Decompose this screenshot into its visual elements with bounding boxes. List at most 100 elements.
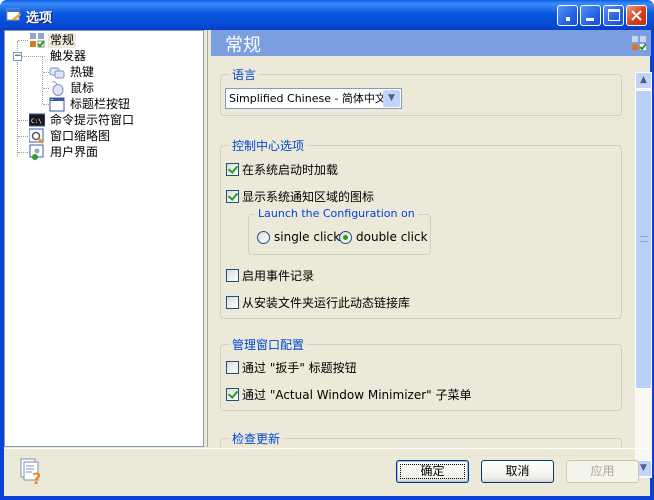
close-button[interactable]: [626, 5, 647, 26]
window-title: 选项: [26, 11, 53, 26]
tree-item-command-prompt[interactable]: C:\ 命令提示符窗口: [29, 112, 136, 128]
settings-pane: 常规 语言 Simplified Chinese - 简体中文 ▼ 控制中心选项…: [207, 30, 651, 447]
cancel-button-label: 取消: [505, 464, 530, 478]
user-interface-icon: [29, 144, 44, 160]
collapse-toggle[interactable]: −: [13, 52, 22, 61]
tree-item-user-interface[interactable]: 用户界面: [29, 144, 100, 160]
checkbox-icon: [226, 296, 239, 309]
check-updates-group: 检查更新: [220, 430, 622, 447]
minimize-icon: [586, 18, 594, 21]
maximize-button[interactable]: [603, 5, 624, 26]
dialog-client: − 常规 触发器 热键 鼠标 标题栏按钮 C:\ 命令提示符窗口 窗口缩略图 用…: [4, 30, 652, 496]
apply-button: 应用: [566, 460, 639, 483]
tree-item-general[interactable]: 常规: [29, 32, 77, 48]
scroll-up-button[interactable]: ▲: [635, 72, 652, 89]
group-label: 管理窗口配置: [229, 336, 308, 353]
radio-label: double click: [356, 230, 428, 244]
help-icon: [566, 17, 570, 21]
tree-item-label: 命令提示符窗口: [50, 112, 135, 127]
wrench-button-checkbox[interactable]: 通过 "扳手" 标题按钮: [226, 359, 357, 376]
checkbox-icon: [226, 361, 239, 374]
pane-title: 常规: [225, 35, 261, 56]
help-button[interactable]: [557, 5, 578, 26]
tree-item-label: 热键: [70, 64, 95, 79]
hotkey-icon: [49, 67, 65, 79]
maximize-icon: [608, 9, 620, 21]
general-settings-icon: [632, 36, 647, 51]
tree-line: [22, 56, 45, 57]
chevron-down-icon[interactable]: ▼: [383, 90, 400, 107]
tree-item-window-thumbnails[interactable]: 窗口缩略图: [29, 128, 112, 144]
close-icon: [631, 10, 642, 21]
tree-line: [42, 57, 43, 104]
load-on-startup-checkbox[interactable]: 在系统启动时加载: [226, 161, 338, 178]
ok-button[interactable]: 确定: [396, 460, 469, 483]
tree-item-titlebar-buttons[interactable]: 标题栏按钮: [49, 96, 132, 112]
control-center-group: 控制中心选项 在系统启动时加载 显示系统通知区域的图标 Launch the C…: [220, 137, 622, 319]
radio-label: single click: [274, 230, 341, 244]
radio-icon: [257, 230, 270, 244]
checkbox-icon: [226, 269, 239, 282]
tree-item-mouse[interactable]: 鼠标: [49, 80, 96, 96]
submenu-checkbox[interactable]: 通过 "Actual Window Minimizer" 子菜单: [226, 386, 471, 403]
run-dll-checkbox[interactable]: 从安装文件夹运行此动态链接库: [226, 294, 410, 311]
svg-text:?: ?: [32, 469, 41, 486]
tree-line: [18, 136, 28, 137]
checkbox-label: 在系统启动时加载: [242, 163, 339, 177]
checkbox-icon: [226, 190, 239, 203]
enable-event-log-checkbox[interactable]: 启用事件记录: [226, 267, 314, 284]
checkbox-label: 从安装文件夹运行此动态链接库: [242, 296, 411, 310]
tree-item-label: 触发器: [50, 48, 87, 63]
tree-line: [18, 40, 28, 41]
footer-divider: [4, 448, 650, 449]
checkbox-label: 通过 "Actual Window Minimizer" 子菜单: [242, 388, 472, 402]
settings-content: 语言 Simplified Chinese - 简体中文 ▼ 控制中心选项 在系…: [211, 57, 651, 447]
tree-item-label: 窗口缩略图: [50, 128, 111, 143]
checkbox-label: 显示系统通知区域的图标: [242, 190, 375, 204]
manage-config-group: 管理窗口配置 通过 "扳手" 标题按钮 通过 "Actual Window Mi…: [220, 336, 622, 411]
tree-line: [18, 120, 28, 121]
help-icon[interactable]: ?: [20, 458, 44, 486]
group-label: Launch the Configuration on: [255, 207, 418, 220]
tree-item-label: 鼠标: [70, 80, 95, 95]
focus-rect: [400, 464, 465, 479]
cancel-button[interactable]: 取消: [481, 460, 554, 483]
language-select[interactable]: Simplified Chinese - 简体中文 ▼: [225, 88, 402, 109]
group-label: 控制中心选项: [229, 137, 308, 154]
tree-line: [18, 152, 28, 153]
single-click-radio[interactable]: single click: [257, 230, 340, 244]
checkbox-label: 通过 "扳手" 标题按钮: [242, 361, 357, 375]
group-label: 检查更新: [229, 430, 284, 447]
tree-item-label: 标题栏按钮: [70, 96, 131, 111]
checkbox-icon: [226, 388, 239, 401]
language-group: 语言 Simplified Chinese - 简体中文 ▼: [220, 66, 622, 116]
title-bar[interactable]: 选项: [0, 0, 654, 30]
radio-icon: [339, 230, 352, 244]
checkbox-label: 启用事件记录: [242, 269, 315, 283]
titlebar-button-icon: [49, 97, 65, 112]
options-tree[interactable]: − 常规 触发器 热键 鼠标 标题栏按钮 C:\ 命令提示符窗口 窗口缩略图 用…: [4, 30, 204, 447]
svg-text:C:\: C:\: [31, 118, 42, 125]
chevron-down-icon: ▼: [640, 463, 647, 473]
chevron-up-icon: ▲: [640, 75, 647, 85]
command-prompt-icon: C:\: [29, 113, 45, 127]
window-thumbnail-icon: [29, 128, 44, 144]
tree-item-label: 常规: [48, 32, 77, 48]
group-label: 语言: [229, 66, 260, 83]
options-window: 选项 − 常规 触发器 热键 鼠标 标题栏按钮 C:\ 命令提示符窗口 窗口缩略…: [0, 0, 654, 500]
minimize-button[interactable]: [580, 5, 601, 26]
tree-item-triggers[interactable]: 触发器: [48, 48, 88, 64]
grip-icon: [640, 236, 648, 242]
checkbox-icon: [226, 163, 239, 176]
tree-item-label: 用户界面: [50, 144, 99, 159]
pane-header: 常规: [211, 30, 651, 56]
apply-button-label: 应用: [590, 464, 615, 478]
language-select-value: Simplified Chinese - 简体中文: [229, 92, 386, 105]
show-tray-icon-checkbox[interactable]: 显示系统通知区域的图标: [226, 188, 374, 205]
mouse-icon: [51, 81, 64, 96]
scrollbar-thumb[interactable]: [635, 90, 652, 389]
double-click-radio[interactable]: double click: [339, 230, 428, 244]
tree-item-hotkeys[interactable]: 热键: [49, 64, 96, 80]
vertical-scrollbar[interactable]: ▲ ▼: [635, 72, 652, 478]
options-app-icon: [6, 8, 21, 21]
